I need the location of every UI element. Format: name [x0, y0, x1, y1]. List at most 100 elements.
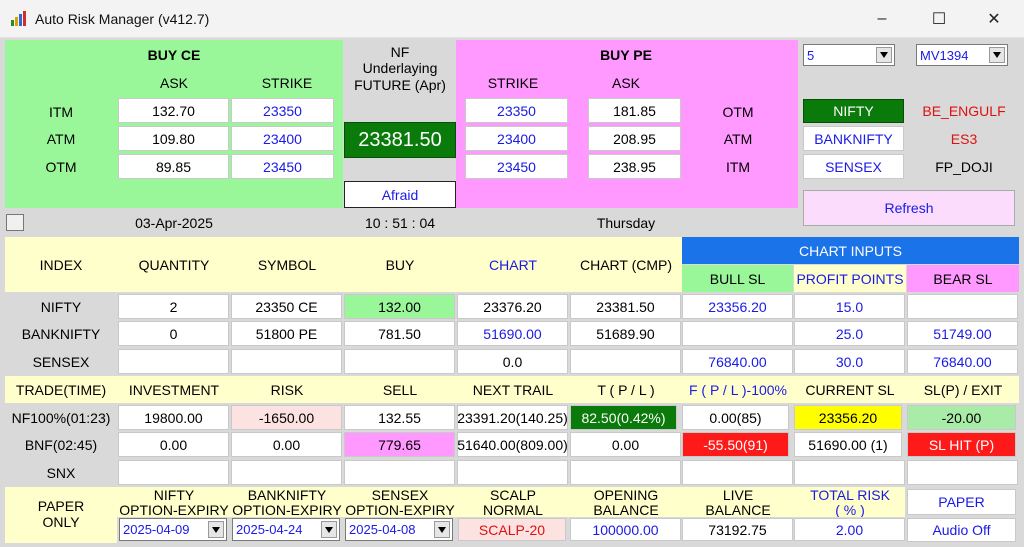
close-button[interactable]: ✕	[971, 0, 1017, 38]
opening-balance-input[interactable]: 100000.00	[570, 518, 681, 541]
chevron-down-icon[interactable]	[876, 47, 892, 63]
total-risk-label-2: ( % )	[835, 502, 865, 517]
ce-ask-header: ASK	[159, 75, 188, 91]
profit-points-input[interactable]: 15.0	[794, 294, 905, 319]
trade-sl-exit-button[interactable]	[907, 460, 1018, 485]
trade-investment: 0.00	[118, 432, 229, 457]
total-risk-label-1: TOTAL RISK	[810, 487, 890, 502]
position-chart-cmp: 51689.90	[570, 321, 681, 346]
total-risk-input[interactable]: 2.00	[794, 518, 905, 541]
bear-sl-input[interactable]: 51749.00	[907, 321, 1018, 346]
nifty-expiry-label-1: NIFTY	[153, 487, 195, 502]
toggle-checkbox[interactable]	[6, 214, 24, 231]
ce-strike-button[interactable]: 23350	[231, 98, 334, 123]
trade-risk: -1650.00	[231, 405, 342, 430]
pe-row-label: ITM	[725, 159, 751, 175]
trade-label: NF100%(01:23)	[11, 409, 111, 426]
bull-sl-input[interactable]: 23356.20	[682, 294, 793, 319]
current-sl-header: CURRENT SL	[805, 381, 895, 398]
refresh-button[interactable]: Refresh	[803, 190, 1015, 226]
underlying-line1: NF	[390, 44, 410, 60]
chevron-down-icon[interactable]	[434, 521, 450, 538]
trade-sl-exit-button[interactable]: -20.00	[907, 405, 1016, 430]
bull-sl-input[interactable]	[682, 321, 793, 346]
position-quantity	[118, 349, 229, 374]
nifty-signal: BE_ENGULF	[922, 103, 1006, 119]
live-balance-value: 73192.75	[682, 518, 793, 541]
trade-risk	[231, 460, 342, 485]
bear-sl-input[interactable]: 76840.00	[907, 349, 1018, 374]
trade-next-trail	[457, 460, 568, 485]
lot-select[interactable]: 5	[803, 44, 895, 66]
pe-strike-header: STRIKE	[487, 75, 539, 91]
underlying-line3: FUTURE (Apr)	[354, 77, 446, 93]
ce-ask-value: 109.80	[118, 126, 229, 151]
lot-select-value: 5	[807, 47, 815, 63]
trade-tpl: 0.00	[570, 432, 681, 457]
trade-label: SNX	[46, 464, 76, 481]
live-balance-label-2: BALANCE	[705, 502, 771, 517]
nifty-index-button[interactable]: NIFTY	[803, 99, 904, 123]
trade-fpl	[682, 460, 793, 485]
window-title: Auto Risk Manager (v412.7)	[35, 11, 210, 27]
account-select[interactable]: MV1394	[916, 44, 1008, 66]
underlying-line2: Underlaying	[362, 60, 438, 76]
fpl-header: F ( P / L )-100%	[688, 381, 788, 398]
bear-sl-input[interactable]	[907, 294, 1018, 319]
trade-sell: 132.55	[344, 405, 455, 430]
chevron-down-icon[interactable]	[208, 521, 224, 538]
chevron-down-icon[interactable]	[321, 521, 337, 538]
banknifty-index-button[interactable]: BANKNIFTY	[803, 126, 904, 151]
trade-sell	[344, 460, 455, 485]
trade-tpl: 82.50(0.42%)	[570, 405, 677, 430]
bnf-expiry-label-1: BANKNIFTY	[247, 487, 327, 502]
profit-points-input[interactable]: 30.0	[794, 349, 905, 374]
buy-ce-title: BUY CE	[147, 47, 201, 63]
chart-inputs-header: CHART INPUTS	[682, 237, 1019, 264]
trade-current-sl: 51690.00 (1)	[794, 432, 902, 457]
maximize-button[interactable]: ☐	[916, 0, 962, 38]
next-trail-header: NEXT TRAIL	[472, 381, 554, 398]
scalp-button[interactable]: SCALP-20	[458, 518, 566, 541]
ce-strike-button[interactable]: 23400	[231, 126, 334, 151]
position-symbol: 51800 PE	[231, 321, 342, 346]
trade-tpl	[570, 460, 681, 485]
current-day: Thursday	[596, 215, 656, 231]
pe-strike-button[interactable]: 23450	[465, 154, 568, 179]
paper-mode-button[interactable]: PAPER	[907, 489, 1016, 515]
bnf-expiry-select[interactable]: 2025-04-24	[232, 518, 340, 541]
sentiment-button[interactable]: Afraid	[344, 181, 456, 208]
profit-points-input[interactable]: 25.0	[794, 321, 905, 346]
nifty-expiry-label-2: OPTION-EXPIRY	[119, 502, 229, 517]
pe-row-label: OTM	[722, 104, 754, 120]
position-index: BANKNIFTY	[21, 325, 101, 342]
position-chart-cmp	[570, 349, 681, 374]
live-balance-label-1: LIVE	[722, 487, 754, 502]
nifty-expiry-select[interactable]: 2025-04-09	[119, 518, 227, 541]
snx-expiry-select[interactable]: 2025-04-08	[345, 518, 453, 541]
bear-sl-header: BEAR SL	[907, 265, 1019, 292]
bull-sl-input[interactable]: 76840.00	[682, 349, 793, 374]
ce-ask-value: 89.85	[118, 154, 229, 179]
paper-only-label-1: PAPER	[37, 498, 85, 514]
pe-strike-button[interactable]: 23350	[465, 98, 568, 123]
trade-fpl: -55.50(91)	[682, 432, 789, 457]
trade-sl-exit-button[interactable]: SL HIT (P)	[907, 432, 1016, 457]
nifty-expiry-value: 2025-04-09	[123, 522, 190, 537]
investment-header: INVESTMENT	[128, 381, 220, 398]
trade-risk: 0.00	[231, 432, 342, 457]
underlying-price: 23381.50	[344, 122, 456, 158]
chevron-down-icon[interactable]	[989, 47, 1005, 63]
index-header: INDEX	[39, 256, 83, 273]
audio-toggle-button[interactable]: Audio Off	[907, 518, 1016, 542]
position-buy	[344, 349, 455, 374]
bnf-expiry-label-2: OPTION-EXPIRY	[232, 502, 342, 517]
position-symbol: 23350 CE	[231, 294, 342, 319]
pe-strike-button[interactable]: 23400	[465, 126, 568, 151]
position-buy: 132.00	[344, 294, 455, 319]
sensex-index-button[interactable]: SENSEX	[803, 154, 904, 179]
position-chart: 23376.20	[457, 294, 568, 319]
minimize-button[interactable]: –	[859, 0, 905, 38]
position-symbol	[231, 349, 342, 374]
ce-strike-button[interactable]: 23450	[231, 154, 334, 179]
